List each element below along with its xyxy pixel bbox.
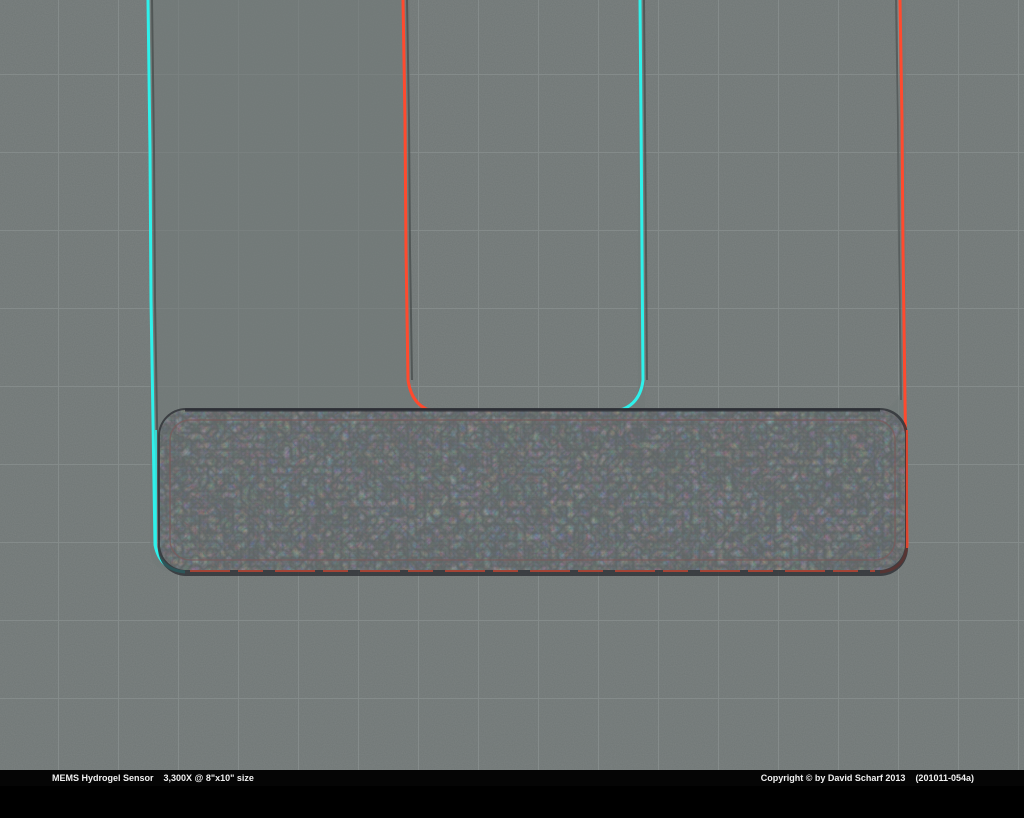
hydrogel-pad: [155, 408, 908, 576]
sem-micrograph: [0, 0, 1024, 770]
anaglyph-image: [0, 0, 1024, 770]
pad-texture: [160, 410, 905, 570]
caption-bar: MEMS Hydrogel Sensor 3,300X @ 8"x10" siz…: [0, 770, 1024, 786]
copyright-notice: Copyright © by David Scharf 2013 (201011…: [760, 773, 974, 783]
image-caption: MEMS Hydrogel Sensor 3,300X @ 8"x10" siz…: [52, 773, 254, 783]
